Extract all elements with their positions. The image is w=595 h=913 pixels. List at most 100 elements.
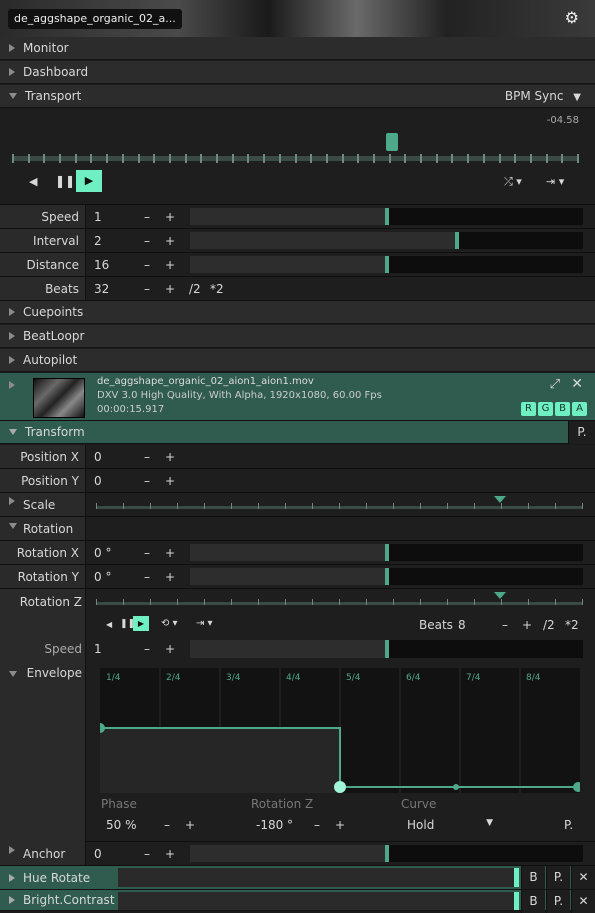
rz-beats-value[interactable]: 8 (458, 618, 466, 632)
curve-dropdown[interactable]: Hold ▼ (407, 818, 497, 832)
half-button[interactable]: /2 (543, 618, 555, 632)
transport-timeline[interactable] (12, 133, 579, 163)
collapse-icon[interactable] (9, 671, 17, 677)
envelope-point[interactable] (453, 784, 459, 790)
section-beatloopr[interactable]: BeatLoopr (0, 325, 595, 348)
position-y-value[interactable]: 0 (94, 474, 102, 488)
minus-button[interactable]: – (144, 474, 150, 488)
minus-button[interactable]: – (144, 282, 150, 296)
minus-button[interactable]: – (144, 642, 150, 656)
plus-button[interactable]: + (185, 818, 195, 832)
rz-speed-value[interactable]: 1 (94, 642, 102, 656)
close-icon[interactable]: ✕ (571, 866, 595, 889)
direction-icon[interactable]: ⇥ ▾ (546, 175, 564, 188)
rotation-z-marker[interactable] (494, 592, 506, 599)
minus-button[interactable]: – (502, 618, 508, 632)
channel-b-toggle[interactable]: B (555, 402, 570, 416)
transform-p-button[interactable]: P. (568, 421, 595, 444)
preset-button[interactable]: P. (546, 866, 570, 889)
plus-button[interactable]: + (165, 210, 175, 224)
envelope-point[interactable] (334, 781, 346, 793)
rotation-x-slider[interactable] (190, 544, 583, 561)
expand-icon[interactable] (9, 846, 15, 854)
double-button[interactable]: *2 (565, 618, 579, 632)
rotation-y-slider[interactable] (190, 568, 583, 585)
speed-slider[interactable] (190, 208, 583, 225)
interval-slider[interactable] (190, 232, 583, 249)
expand-arrows-icon[interactable]: ⤢ (550, 377, 560, 392)
channel-a-toggle[interactable]: A (572, 402, 587, 416)
minus-button[interactable]: – (144, 546, 150, 560)
rotation-z-slider[interactable] (96, 592, 583, 606)
minus-button[interactable]: – (144, 234, 150, 248)
plus-button[interactable]: + (165, 234, 175, 248)
section-autopilot[interactable]: Autopilot (0, 349, 595, 372)
scale-slider[interactable] (96, 496, 583, 510)
plus-button[interactable]: + (335, 818, 345, 832)
interval-value[interactable]: 2 (94, 234, 102, 248)
effect-opacity-bar[interactable] (118, 892, 519, 910)
bypass-button[interactable]: B (521, 866, 545, 889)
effect-opacity-bar[interactable] (118, 868, 519, 887)
half-button[interactable]: /2 (189, 282, 201, 296)
pause-icon[interactable]: ❚❚ (55, 174, 75, 188)
window-title[interactable]: de_aggshape_organic_02_a... (8, 9, 182, 29)
distance-value[interactable]: 16 (94, 258, 109, 272)
beats-value[interactable]: 32 (94, 282, 109, 296)
minus-button[interactable]: – (144, 210, 150, 224)
envelope-p-button[interactable]: P. (564, 818, 573, 832)
rotation-y-value[interactable]: 0 ° (94, 570, 111, 584)
minus-button[interactable]: – (144, 847, 150, 861)
plus-button[interactable]: + (522, 618, 532, 632)
clip-thumbnail[interactable] (33, 378, 85, 418)
shuffle-icon[interactable]: ⤮ ▾ (504, 175, 522, 189)
scale-marker[interactable] (494, 496, 506, 503)
anchor-value[interactable]: 0 (94, 847, 102, 861)
close-icon[interactable]: ✕ (571, 890, 595, 913)
rz-speed-slider[interactable] (190, 640, 583, 658)
plus-button[interactable]: + (165, 282, 175, 296)
collapse-icon[interactable] (9, 523, 17, 529)
distance-slider[interactable] (190, 256, 583, 273)
prev-icon[interactable]: ◀ (106, 620, 112, 629)
section-monitor[interactable]: Monitor (0, 37, 595, 60)
effect-hue-rotate[interactable]: Hue Rotate B P. ✕ (0, 866, 595, 890)
rotation-x-value[interactable]: 0 ° (94, 546, 111, 560)
plus-button[interactable]: + (165, 570, 175, 584)
envelope-graph[interactable]: 1/4 2/4 3/4 4/4 5/4 6/4 7/4 8/4 (100, 668, 580, 793)
plus-button[interactable]: + (165, 258, 175, 272)
preset-button[interactable]: P. (546, 890, 570, 913)
rotation-z-env-value[interactable]: -180 ° (256, 818, 293, 832)
section-transport[interactable]: Transport BPM Sync ▼ (0, 85, 595, 108)
minus-button[interactable]: – (144, 258, 150, 272)
channel-g-toggle[interactable]: G (538, 402, 553, 416)
double-button[interactable]: *2 (210, 282, 224, 296)
loop-icon[interactable]: ⟲ ▾ (161, 618, 178, 629)
bpm-sync-dropdown[interactable]: BPM Sync ▼ (505, 89, 581, 103)
expand-icon[interactable] (9, 381, 15, 389)
section-cuepoints[interactable]: Cuepoints (0, 301, 595, 324)
bypass-button[interactable]: B (521, 890, 545, 913)
plus-button[interactable]: + (165, 474, 175, 488)
plus-button[interactable]: + (165, 642, 175, 656)
playhead-marker[interactable] (386, 133, 398, 151)
position-x-value[interactable]: 0 (94, 450, 102, 464)
plus-button[interactable]: + (165, 847, 175, 861)
minus-button[interactable]: – (144, 570, 150, 584)
close-icon[interactable]: ✕ (571, 376, 583, 392)
section-dashboard[interactable]: Dashboard (0, 61, 595, 84)
direction-icon[interactable]: ⇥ ▾ (196, 618, 213, 629)
expand-icon[interactable] (9, 497, 15, 505)
prev-icon[interactable]: ◀ (29, 175, 37, 188)
plus-button[interactable]: + (165, 450, 175, 464)
gear-icon[interactable]: ⚙ (565, 8, 579, 27)
phase-value[interactable]: 50 % (106, 818, 137, 832)
effect-bright-contrast[interactable]: Bright.Contrast B P. ✕ (0, 890, 595, 913)
minus-button[interactable]: – (314, 818, 320, 832)
minus-button[interactable]: – (164, 818, 170, 832)
play-button[interactable]: ▶ (133, 616, 149, 631)
anchor-slider[interactable] (190, 845, 583, 862)
plus-button[interactable]: + (165, 546, 175, 560)
minus-button[interactable]: – (144, 450, 150, 464)
section-transform[interactable]: Transform P. (0, 421, 595, 444)
